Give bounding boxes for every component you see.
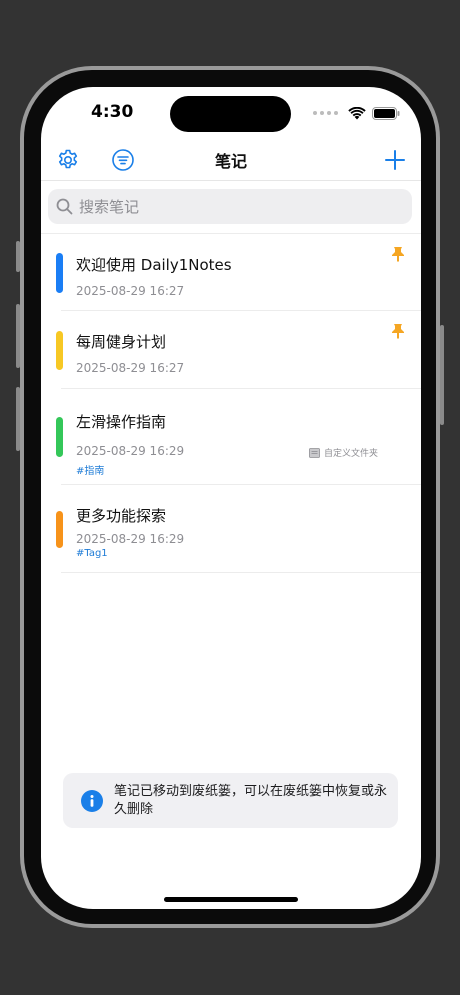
volume-up-button (16, 304, 20, 368)
note-title: 每周健身计划 (76, 333, 167, 351)
note-item[interactable]: 每周健身计划 2025-08-29 16:27 (41, 311, 421, 389)
pin-icon (392, 247, 404, 262)
note-title: 欢迎使用 Daily1Notes (76, 256, 232, 274)
plus-icon (385, 150, 405, 170)
note-tag[interactable]: #Tag1 (76, 548, 108, 559)
note-title: 更多功能探索 (76, 507, 167, 525)
app-screen: 4:30 笔记 搜索笔记 欢迎使用 Daily1Notes 2025-08-29… (41, 87, 421, 909)
toast-notification: 笔记已移动到废纸篓，可以在废纸篓中恢复或永久删除 (63, 773, 398, 828)
note-date: 2025-08-29 16:27 (76, 284, 185, 298)
note-item[interactable]: 左滑操作指南 2025-08-29 16:29 #指南 自定义文件夹 (41, 389, 421, 485)
note-title: 左滑操作指南 (76, 413, 167, 431)
note-tag[interactable]: #指南 (76, 462, 104, 477)
note-item[interactable]: 欢迎使用 Daily1Notes 2025-08-29 16:27 (41, 234, 421, 311)
action-button (16, 241, 20, 272)
home-indicator[interactable] (164, 897, 298, 902)
note-item[interactable]: 更多功能探索 2025-08-29 16:29 #Tag1 (41, 485, 421, 573)
volume-down-button (16, 387, 20, 451)
toast-message: 笔记已移动到废纸篓，可以在废纸篓中恢复或永久删除 (114, 783, 388, 817)
status-indicators (313, 105, 400, 121)
nav-divider (41, 180, 421, 181)
folder-icon (309, 447, 320, 458)
note-date: 2025-08-29 16:29 (76, 532, 185, 546)
note-date: 2025-08-29 16:27 (76, 361, 185, 375)
search-input[interactable]: 搜索笔记 (48, 189, 412, 224)
battery-icon (372, 106, 400, 120)
pin-icon (392, 324, 404, 339)
navigation-bar: 笔记 (41, 139, 421, 181)
info-icon (81, 789, 103, 812)
status-time: 4:30 (91, 102, 134, 122)
page-title: 笔记 (214, 152, 247, 171)
power-button (440, 325, 444, 425)
search-placeholder: 搜索笔记 (79, 198, 140, 216)
note-date: 2025-08-29 16:29 (76, 444, 185, 458)
folder-label: 自定义文件夹 (324, 449, 379, 459)
add-note-button[interactable] (380, 145, 410, 175)
signal-dots-icon (313, 111, 338, 115)
note-folder: 自定义文件夹 (309, 446, 378, 459)
note-color-bar (56, 331, 63, 370)
row-divider (61, 572, 421, 573)
wifi-icon (348, 106, 366, 119)
search-icon (56, 198, 73, 215)
note-color-bar (56, 417, 63, 457)
note-color-bar (56, 511, 63, 548)
note-color-bar (56, 253, 63, 293)
dynamic-island (170, 96, 291, 132)
